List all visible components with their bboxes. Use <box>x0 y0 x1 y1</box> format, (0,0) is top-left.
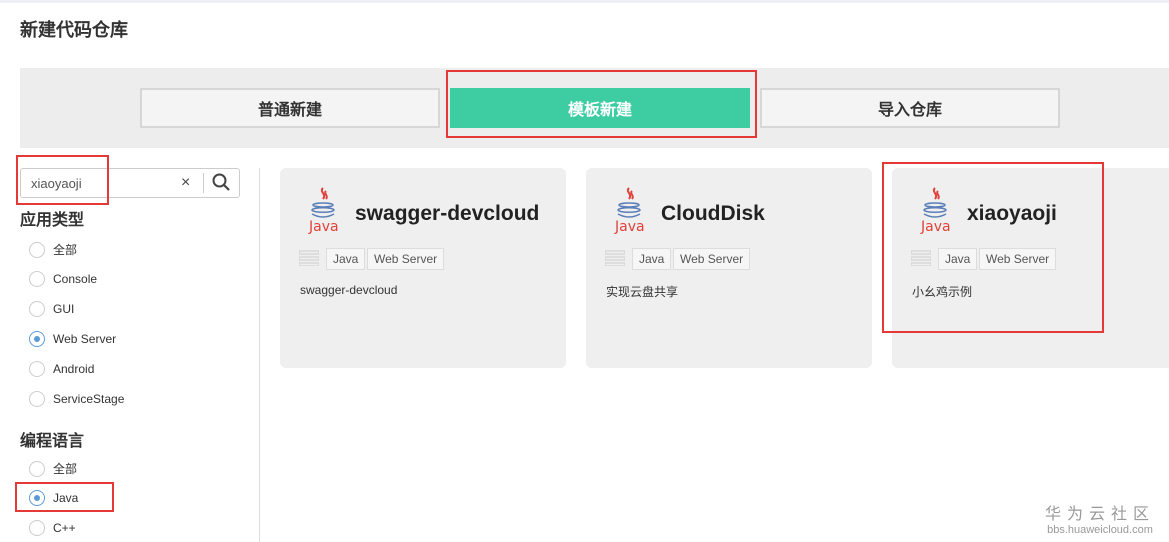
divider <box>203 173 204 193</box>
radio-label: 全部 <box>53 243 78 257</box>
tag-app-type: Web Server <box>367 248 445 270</box>
clear-icon[interactable]: × <box>181 174 190 192</box>
radio-circle[interactable] <box>29 271 45 287</box>
radio-label: Android <box>53 362 95 376</box>
svg-text:Java: Java <box>614 219 645 234</box>
tab-normal-create[interactable]: 普通新建 <box>140 88 440 128</box>
radio-label: Console <box>53 272 98 286</box>
radio-label: 全部 <box>53 462 78 476</box>
tag-app-type: Web Server <box>979 248 1057 270</box>
tag-language: Java <box>326 248 366 270</box>
svg-text:Java: Java <box>920 219 951 234</box>
tag-language: Java <box>632 248 672 270</box>
radio-app-all[interactable]: 全部 <box>29 241 77 258</box>
list-icon <box>604 250 626 271</box>
language-heading: 编程语言 <box>20 433 85 450</box>
tab-import-repo[interactable]: 导入仓库 <box>760 88 1060 128</box>
radio-app-servicestage[interactable]: ServiceStage <box>29 391 124 407</box>
search-icon[interactable] <box>211 172 231 197</box>
template-card[interactable]: Java xiaoyaoji Java Web Server 小幺鸡示例 <box>892 168 1169 368</box>
radio-app-web-server[interactable]: Web Server <box>29 331 116 347</box>
radio-circle[interactable] <box>29 460 45 477</box>
radio-lang-all[interactable]: 全部 <box>29 460 77 477</box>
watermark-url: bbs.huaweicloud.com <box>1047 524 1153 536</box>
tag-language: Java <box>938 248 978 270</box>
watermark: 华为云社区 bbs.huaweicloud.com <box>1045 500 1155 536</box>
radio-label: C++ <box>53 521 76 535</box>
search-box: × <box>20 168 240 198</box>
radio-label: Web Server <box>53 332 117 346</box>
app-type-heading: 应用类型 <box>20 212 85 229</box>
radio-circle[interactable] <box>29 241 45 258</box>
search-input[interactable] <box>21 169 181 197</box>
template-card[interactable]: Java swagger-devcloud Java Web Server sw… <box>280 168 566 368</box>
card-description: 实现云盘共享 <box>606 285 679 299</box>
card-description: swagger-devcloud <box>300 283 398 297</box>
radio-circle[interactable] <box>29 391 45 407</box>
radio-app-console[interactable]: Console <box>29 271 97 287</box>
radio-circle[interactable] <box>29 520 45 536</box>
page-title: 新建代码仓库 <box>20 20 128 40</box>
card-title: xiaoyaoji <box>967 202 1057 225</box>
card-title: CloudDisk <box>661 202 765 225</box>
template-card[interactable]: Java CloudDisk Java Web Server 实现云盘共享 <box>586 168 872 368</box>
svg-text:Java: Java <box>308 219 339 234</box>
radio-circle-selected[interactable] <box>29 331 45 347</box>
java-logo-icon: Java <box>918 186 952 239</box>
list-icon <box>910 250 932 271</box>
radio-lang-java[interactable]: Java <box>29 490 78 506</box>
radio-label: Java <box>53 491 79 505</box>
radio-circle-selected[interactable] <box>29 490 45 506</box>
radio-circle[interactable] <box>29 301 45 317</box>
watermark-title: 华为云社区 <box>1044 506 1155 523</box>
radio-app-android[interactable]: Android <box>29 361 94 377</box>
list-icon <box>298 250 320 271</box>
java-logo-icon: Java <box>306 186 340 239</box>
tab-template-create[interactable]: 模板新建 <box>450 88 750 128</box>
create-mode-tabs: 普通新建 模板新建 导入仓库 <box>20 68 1169 148</box>
radio-app-gui[interactable]: GUI <box>29 301 74 317</box>
radio-label: ServiceStage <box>53 392 125 406</box>
top-border <box>0 0 1169 3</box>
java-logo-icon: Java <box>612 186 646 239</box>
radio-label: GUI <box>53 302 75 316</box>
tag-app-type: Web Server <box>673 248 751 270</box>
radio-circle[interactable] <box>29 361 45 377</box>
sidebar-divider <box>259 168 260 542</box>
radio-lang-cpp[interactable]: C++ <box>29 520 76 536</box>
card-description: 小幺鸡示例 <box>912 285 973 299</box>
card-title: swagger-devcloud <box>355 202 540 225</box>
